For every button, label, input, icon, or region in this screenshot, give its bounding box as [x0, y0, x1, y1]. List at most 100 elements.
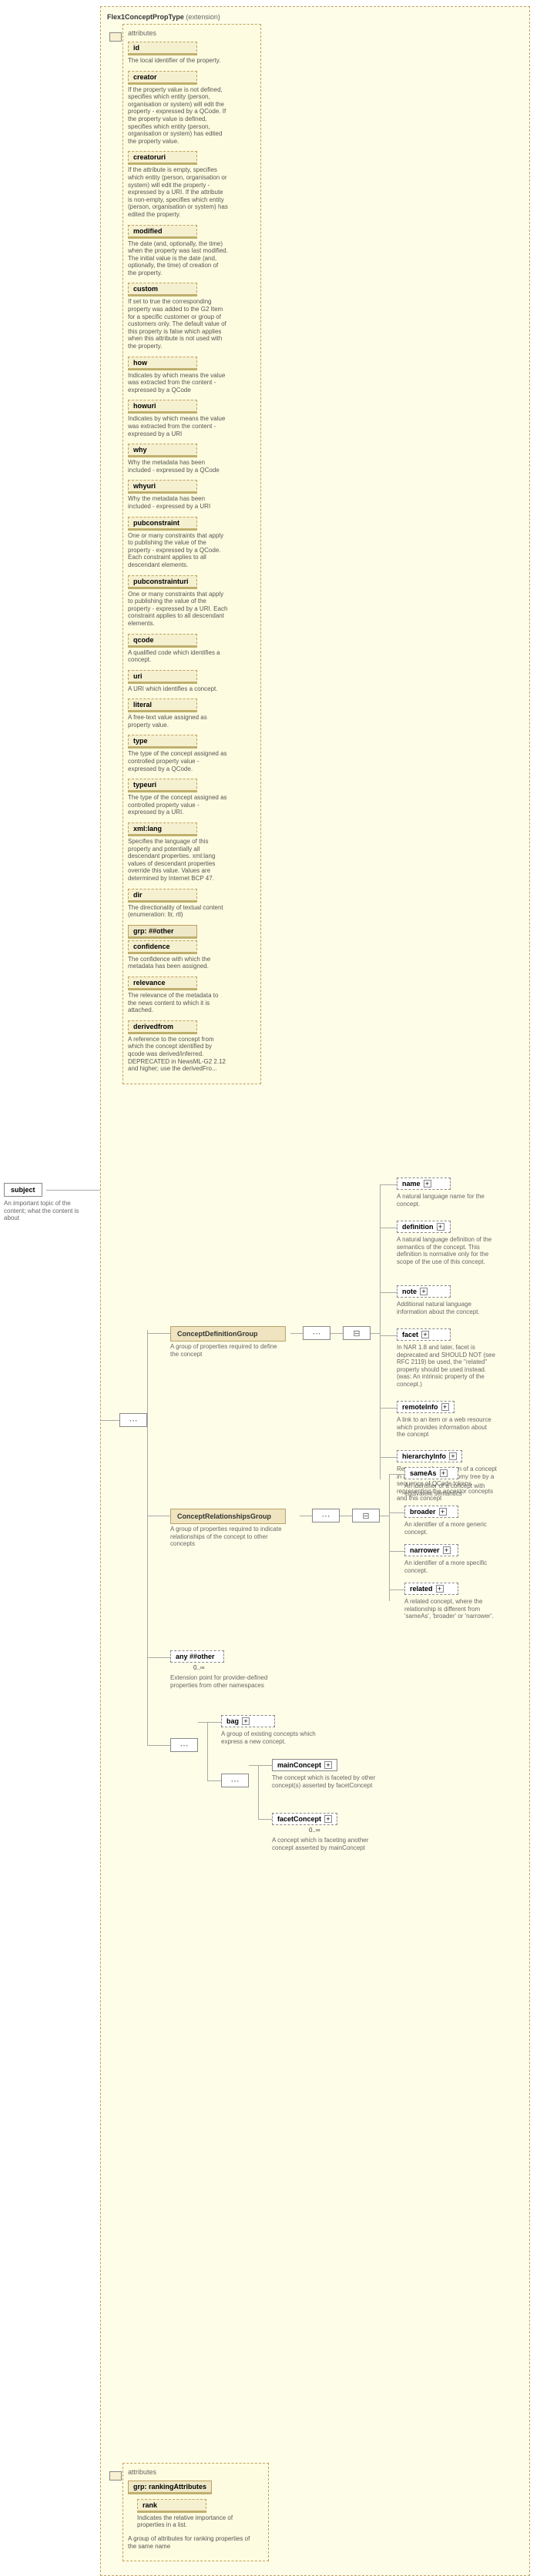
attributes-label: attributes [128, 29, 256, 37]
attr-desc: The relevance of the metadata to the new… [128, 992, 228, 1014]
attr-why: why [128, 444, 197, 457]
conn [330, 1333, 343, 1334]
conn [290, 1333, 303, 1334]
conn [389, 1512, 404, 1513]
expand-icon[interactable]: + [437, 1223, 444, 1231]
expand-icon[interactable]: + [242, 1717, 250, 1725]
expand-icon[interactable]: + [421, 1331, 429, 1338]
elem-any-other-desc: Extension point for provider-defined pro… [170, 1674, 270, 1689]
elem-related: related+ [404, 1583, 458, 1595]
attr-relevance: relevance [128, 976, 197, 990]
conn [389, 1474, 390, 1601]
conn [380, 1335, 397, 1336]
conn [198, 1722, 221, 1723]
elem-desc: A natural language definition of the sem… [397, 1236, 497, 1265]
attr-rank-desc: Indicates the relative importance of pro… [137, 2514, 237, 2529]
attr-rank: rank [137, 2499, 206, 2513]
expand-icon[interactable]: + [420, 1288, 428, 1295]
attr-desc: The local identifier of the property. [128, 57, 228, 65]
attributes-label-ranking: attributes [128, 2468, 263, 2476]
card-facet: 0..∞ [309, 1827, 320, 1834]
elem-desc: An identifier of a more specific concept… [404, 1559, 505, 1574]
conn [207, 1722, 208, 1780]
conn [101, 1420, 119, 1421]
conn [147, 1745, 170, 1746]
expand-icon[interactable]: + [449, 1452, 457, 1460]
attr-pubconstrainturi: pubconstrainturi [128, 575, 197, 589]
attr-desc: One or many constraints that apply to pu… [128, 532, 228, 569]
expand-icon[interactable]: + [424, 1180, 431, 1188]
sequence-main-facet [221, 1774, 249, 1787]
expand-icon[interactable]: + [443, 1546, 451, 1554]
extension-header: Flex1ConceptPropType (extension) [107, 13, 523, 21]
attr-desc: Specifies the language of this property … [128, 838, 228, 883]
expand-icon[interactable]: + [436, 1585, 444, 1593]
attr-typeuri: typeuri [128, 779, 197, 792]
attr-desc: A free-text value assigned as property v… [128, 714, 228, 729]
elem-bag-desc: A group of existing concepts which expre… [221, 1730, 329, 1745]
conn [389, 1589, 404, 1590]
attr-desc: A reference to the concept from which th… [128, 1036, 228, 1073]
attr-custom: custom [128, 283, 197, 296]
elem-main-concept: mainConcept+ [272, 1759, 337, 1771]
attr-xml-lang: xml:lang [128, 822, 197, 836]
conn [389, 1474, 404, 1475]
attr-desc: Indicates by which means the value was e… [128, 372, 228, 394]
attr-type: type [128, 735, 197, 749]
sequence-compositor-main [119, 1413, 147, 1427]
attributes-container-ranking: attributes grp: rankingAttributes rank I… [122, 2463, 269, 2561]
conn [258, 1819, 272, 1820]
elem-name: name+ [397, 1177, 451, 1190]
attr-creator: creator [128, 71, 197, 85]
conn [380, 1408, 397, 1409]
conn [258, 1765, 259, 1819]
attr-dir: dir [128, 889, 197, 903]
attr-uri: uri [128, 670, 197, 684]
attr-pubconstraint: pubconstraint [128, 517, 197, 531]
conn [207, 1780, 221, 1781]
card-any-other: 0..∞ [193, 1664, 205, 1671]
conn [147, 1333, 170, 1334]
attr-desc: The directionality of textual content (e… [128, 904, 228, 919]
conn [380, 1184, 397, 1185]
attr-desc: One or many constraints that apply to pu… [128, 591, 228, 628]
expand-icon[interactable]: + [440, 1469, 448, 1477]
attributes-container-top: attributes idThe local identifier of the… [122, 24, 261, 1084]
attr-desc: If the property value is not defined, sp… [128, 86, 228, 146]
elem-desc: An identifier of a more generic concept. [404, 1521, 505, 1536]
elem-any-other: any ##other [170, 1650, 224, 1663]
connector [46, 1190, 100, 1191]
group-concept-relationships-desc: A group of properties required to indica… [170, 1526, 286, 1548]
elem-definition: definition+ [397, 1221, 451, 1233]
attr-creatoruri: creatoruri [128, 151, 197, 165]
attributes-list: idThe local identifier of the property.c… [128, 42, 256, 1073]
expand-icon[interactable]: + [324, 1815, 332, 1823]
elem-bag: bag+ [221, 1715, 275, 1727]
attr-literal: literal [128, 698, 197, 712]
group-concept-definition: ConceptDefinitionGroup [170, 1326, 286, 1342]
elem-desc: Additional natural language information … [397, 1301, 497, 1315]
expand-icon[interactable]: + [441, 1403, 449, 1411]
attr-desc: Why the metadata has been included - exp… [128, 459, 228, 474]
attr-desc: The type of the concept assigned as cont… [128, 794, 228, 816]
conn [147, 1330, 148, 1746]
choice-cdg [343, 1326, 371, 1340]
choice-crg [352, 1509, 380, 1522]
elem-facet-concept-desc: A concept which is faceting another conc… [272, 1837, 387, 1851]
conn [380, 1184, 381, 1479]
elem-desc: A related concept, where the relationshi… [404, 1598, 505, 1620]
expand-icon[interactable]: + [439, 1508, 447, 1516]
elem-broader: broader+ [404, 1506, 458, 1518]
elem-hierarchyinfo: hierarchyInfo+ [397, 1450, 462, 1462]
attr-whyuri: whyuri [128, 480, 197, 494]
expand-icon[interactable]: + [324, 1761, 332, 1769]
attr-grp-other: grp: ##other [128, 925, 197, 939]
elem-desc: A natural language name for the concept. [397, 1193, 497, 1208]
attr-desc: A qualified code which identifies a conc… [128, 649, 228, 664]
elem-main-concept-desc: The concept which is faceted by other co… [272, 1774, 387, 1789]
conn [249, 1765, 272, 1766]
attr-desc: The confidence with which the metadata h… [128, 956, 228, 970]
elem-facet: facet+ [397, 1328, 451, 1341]
attr-desc: The date (and, optionally, the time) whe… [128, 240, 228, 277]
root-element-subject: subject [4, 1183, 42, 1197]
